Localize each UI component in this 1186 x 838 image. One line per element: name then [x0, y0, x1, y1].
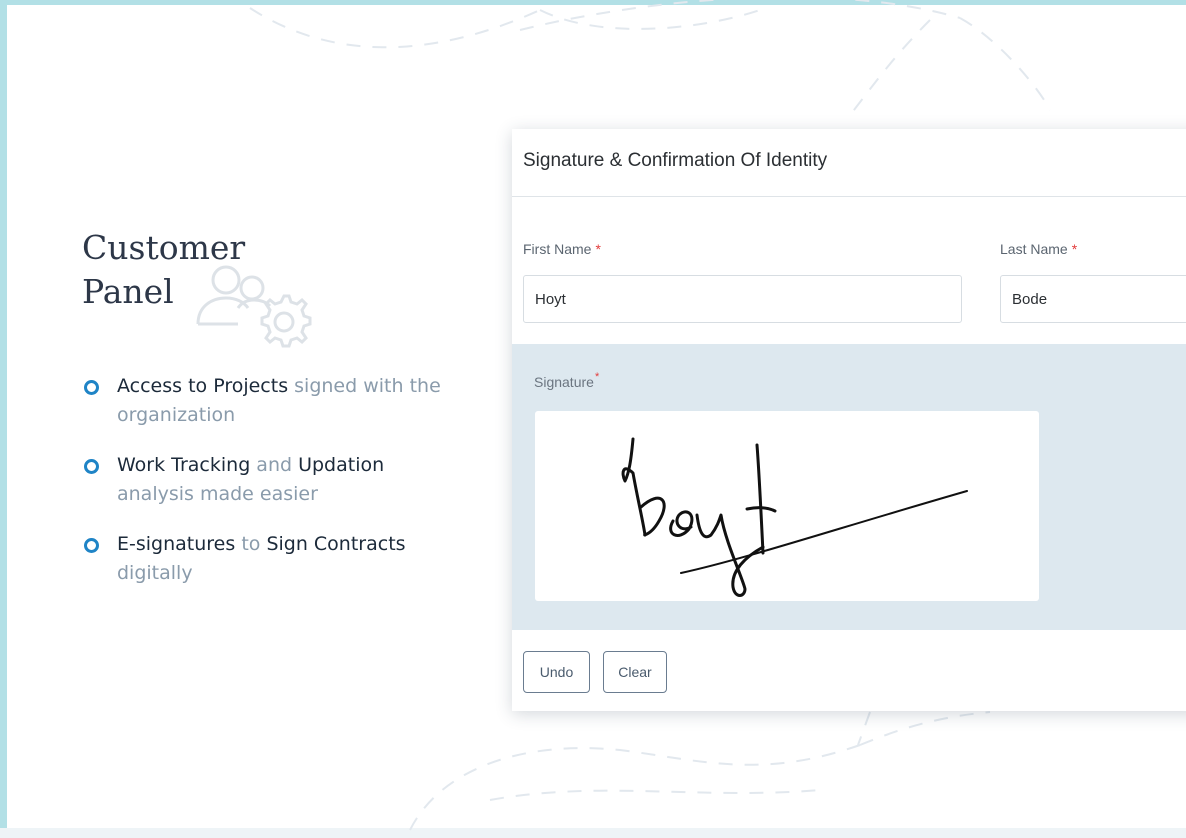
clear-button[interactable]: Clear [603, 651, 667, 693]
bullet-circle-icon [84, 459, 99, 474]
signature-label-text: Signature [534, 374, 594, 390]
signature-section: Signature* [512, 344, 1186, 630]
feature-list: Access to Projects signed with the organ… [82, 372, 462, 609]
feature-text-muted: to [241, 533, 267, 555]
feature-text-strong: E-signatures [117, 533, 242, 555]
signature-form-card: Signature & Confirmation Of Identity Fir… [512, 129, 1186, 711]
last-name-label: Last Name * [1000, 241, 1077, 257]
last-name-label-text: Last Name [1000, 241, 1068, 257]
required-mark: * [595, 241, 601, 257]
feature-item: Access to Projects signed with the organ… [82, 372, 462, 430]
feature-text-strong: Updation [298, 454, 385, 476]
form-title: Signature & Confirmation Of Identity [512, 129, 1186, 197]
feature-text-muted: digitally [117, 562, 193, 584]
first-name-label-text: First Name [523, 241, 592, 257]
required-mark: * [1071, 241, 1078, 257]
first-name-label: First Name * [523, 241, 601, 257]
feature-text-strong: Sign Contracts [266, 533, 406, 555]
undo-button[interactable]: Undo [523, 651, 590, 693]
first-name-input[interactable] [523, 275, 962, 323]
feature-text-muted: and [256, 454, 299, 476]
bullet-circle-icon [84, 380, 99, 395]
feature-text-muted: analysis made easier [117, 483, 318, 505]
users-gear-icon [196, 265, 312, 348]
feature-item: Work Tracking and Updation analysis made… [82, 451, 462, 509]
feature-item: E-signatures to Sign Contracts digitally [82, 530, 462, 588]
feature-text-strong: Access to Projects [117, 375, 295, 397]
signature-label: Signature* [534, 371, 600, 390]
bullet-circle-icon [84, 538, 99, 553]
panel-title-line2: Panel [82, 272, 174, 311]
signature-pad[interactable] [535, 411, 1039, 601]
handwritten-signature [621, 437, 968, 597]
last-name-input[interactable] [1000, 275, 1186, 323]
required-mark: * [594, 371, 600, 383]
feature-text-strong: Work Tracking [117, 454, 257, 476]
